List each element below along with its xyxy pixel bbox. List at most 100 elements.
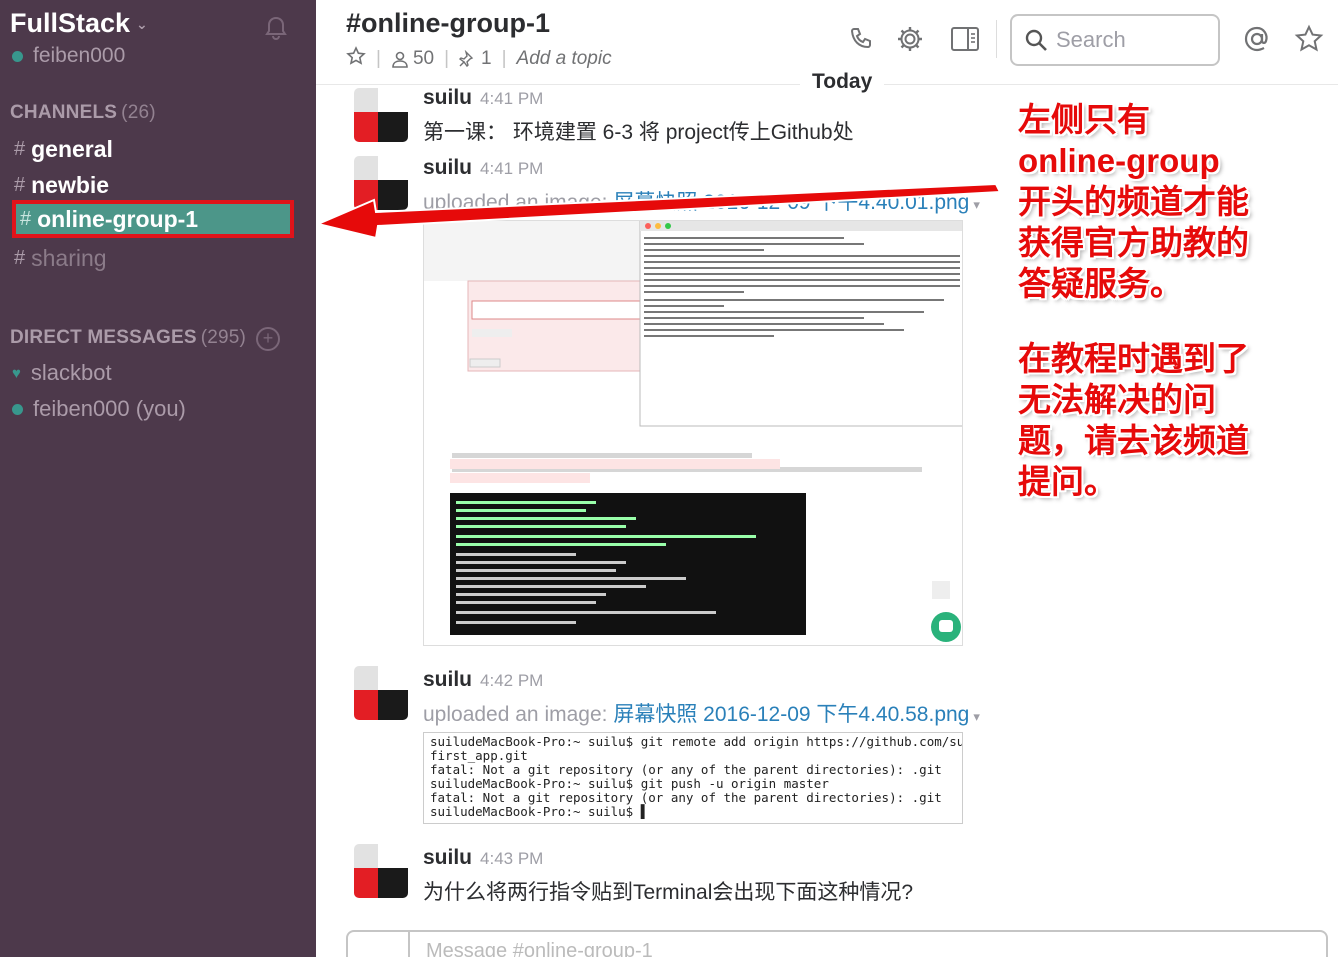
terminal-line: suiludeMacBook-Pro:~ suilu$ ▌ bbox=[430, 804, 649, 819]
star-icon[interactable] bbox=[1292, 22, 1326, 56]
terminal-line: suiludeMacBook-Pro:~ suilu$ git remote a… bbox=[430, 734, 963, 749]
hash-icon: # bbox=[20, 207, 32, 230]
screenshot-thumbnail bbox=[424, 221, 962, 645]
message-composer[interactable]: Message #online-group-1 bbox=[346, 930, 1328, 957]
plus-icon[interactable]: + bbox=[256, 327, 280, 351]
phone-icon[interactable] bbox=[844, 22, 878, 56]
current-user[interactable]: feiben000 bbox=[12, 44, 125, 68]
channel-label: online-group-1 bbox=[37, 205, 199, 232]
author-name: suilu bbox=[423, 86, 473, 109]
member-count-value: 50 bbox=[412, 48, 435, 69]
author-name: suilu bbox=[423, 156, 473, 179]
heart-icon: ♥ bbox=[12, 364, 21, 382]
channel-label: sharing bbox=[31, 245, 107, 271]
annotation-line: online-group bbox=[1018, 142, 1220, 179]
annotation-text: 左侧只有 online-group 开头的频道才能 获得官方助教的 答疑服务。 bbox=[1018, 99, 1249, 304]
bell-icon[interactable] bbox=[262, 14, 290, 42]
avatar[interactable] bbox=[354, 844, 408, 898]
author-name: suilu bbox=[423, 846, 473, 869]
annotation-line: 提问。 bbox=[1018, 463, 1117, 500]
message-input[interactable]: Message #online-group-1 bbox=[426, 940, 653, 957]
channel-label: newbie bbox=[31, 172, 110, 198]
pin-count[interactable]: 1 bbox=[459, 48, 492, 70]
dm-count: (295) bbox=[200, 327, 247, 348]
divider: | bbox=[501, 48, 507, 69]
terminal-image[interactable]: suiludeMacBook-Pro:~ suilu$ git remote a… bbox=[423, 732, 963, 824]
channel-title[interactable]: #online-group-1 bbox=[346, 8, 550, 39]
author-name: suilu bbox=[423, 668, 473, 691]
channel-label: general bbox=[31, 136, 113, 162]
annotation-line: 无法解决的问 bbox=[1018, 381, 1216, 418]
message-author[interactable]: suilu 4:42 PM bbox=[423, 668, 543, 692]
plus-icon[interactable] bbox=[348, 932, 410, 957]
annotation-text: 在教程时遇到了 无法解决的问 题，请去该频道 提问。 bbox=[1018, 338, 1249, 502]
channels-count: (26) bbox=[121, 102, 156, 123]
search-input[interactable]: Search bbox=[1010, 14, 1220, 66]
dm-label: feiben000 (you) bbox=[33, 396, 186, 421]
sidebar-item-general[interactable]: # general bbox=[14, 136, 113, 163]
gear-icon[interactable] bbox=[893, 22, 927, 56]
team-menu[interactable]: FullStack ⌄ bbox=[10, 8, 148, 39]
channel-meta: | 50 | 1 | Add a topic bbox=[346, 46, 612, 72]
dm-header[interactable]: DIRECT MESSAGES (295) bbox=[10, 327, 246, 349]
terminal-line: fatal: Not a git repository (or any of t… bbox=[430, 762, 942, 777]
hash-icon: # bbox=[14, 247, 26, 269]
search-placeholder: Search bbox=[1056, 27, 1126, 52]
channels-header-label: CHANNELS bbox=[10, 102, 118, 123]
message-time[interactable]: 4:43 PM bbox=[480, 849, 543, 868]
sidebar-item-online-group-1[interactable]: # online-group-1 bbox=[12, 200, 294, 238]
pin-icon bbox=[459, 50, 474, 68]
upload-prefix: uploaded an image: bbox=[423, 703, 608, 726]
annotation-line: 开头的频道才能 bbox=[1018, 183, 1249, 220]
sidebar-item-sharing[interactable]: # sharing bbox=[14, 245, 107, 272]
dm-label: slackbot bbox=[30, 360, 112, 385]
divider: | bbox=[444, 48, 450, 69]
chevron-down-icon[interactable]: ▾ bbox=[973, 709, 980, 724]
annotation-line: 左侧只有 bbox=[1018, 101, 1150, 138]
avatar[interactable] bbox=[354, 88, 408, 142]
sidebar-item-newbie[interactable]: # newbie bbox=[14, 172, 109, 199]
message-author[interactable]: suilu 4:41 PM bbox=[423, 156, 543, 180]
message-author[interactable]: suilu 4:41 PM bbox=[423, 86, 543, 110]
add-topic-link[interactable]: Add a topic bbox=[517, 48, 612, 70]
avatar[interactable] bbox=[354, 666, 408, 720]
day-divider: Today bbox=[800, 70, 885, 94]
user-icon bbox=[392, 51, 408, 68]
divider: | bbox=[376, 48, 381, 69]
at-icon[interactable] bbox=[1240, 22, 1274, 56]
dm-item-self[interactable]: feiben000 (you) bbox=[12, 396, 186, 422]
hash-icon: # bbox=[14, 174, 26, 196]
message-time[interactable]: 4:41 PM bbox=[480, 89, 543, 108]
search-icon bbox=[1025, 29, 1047, 51]
annotation-line: 在教程时遇到了 bbox=[1018, 340, 1249, 377]
member-count[interactable]: 50 bbox=[391, 48, 434, 70]
file-link[interactable]: 屏幕快照 2016-12-09 下午4.40.58.png bbox=[613, 703, 969, 726]
annotation-arrow bbox=[316, 182, 1002, 240]
message-time[interactable]: 4:41 PM bbox=[480, 159, 543, 178]
message-upload: uploaded an image: 屏幕快照 2016-12-09 下午4.4… bbox=[423, 698, 980, 728]
message-time[interactable]: 4:42 PM bbox=[480, 671, 543, 690]
dm-header-label: DIRECT MESSAGES bbox=[10, 327, 197, 348]
star-icon[interactable] bbox=[346, 46, 366, 72]
terminal-line: first_app.git bbox=[430, 748, 528, 763]
sidebar-toggle-icon[interactable] bbox=[948, 22, 982, 56]
presence-dot bbox=[12, 403, 23, 415]
divider bbox=[996, 20, 997, 58]
hash-icon: # bbox=[14, 138, 26, 160]
dm-item-slackbot[interactable]: ♥ slackbot bbox=[12, 360, 112, 386]
message-text: 为什么将两行指令贴到Terminal会出现下面这种情况? bbox=[423, 881, 914, 904]
current-user-name: feiben000 bbox=[33, 44, 126, 67]
image-preview[interactable] bbox=[423, 220, 963, 646]
pin-count-value: 1 bbox=[481, 48, 492, 69]
message-text: 第一课： 环境建置 6-3 将 project传上Github处 bbox=[423, 121, 854, 144]
message-author[interactable]: suilu 4:43 PM bbox=[423, 846, 543, 870]
annotation-line: 获得官方助教的 bbox=[1018, 224, 1249, 261]
team-name: FullStack bbox=[10, 8, 131, 38]
annotation-line: 答疑服务。 bbox=[1018, 265, 1183, 302]
presence-dot bbox=[12, 50, 23, 62]
terminal-line: suiludeMacBook-Pro:~ suilu$ git push -u … bbox=[430, 776, 829, 791]
channels-header[interactable]: CHANNELS (26) bbox=[10, 102, 156, 124]
annotation-line: 题，请去该频道 bbox=[1018, 422, 1249, 459]
chevron-down-icon: ⌄ bbox=[136, 16, 148, 33]
terminal-line: fatal: Not a git repository (or any of t… bbox=[430, 790, 942, 805]
